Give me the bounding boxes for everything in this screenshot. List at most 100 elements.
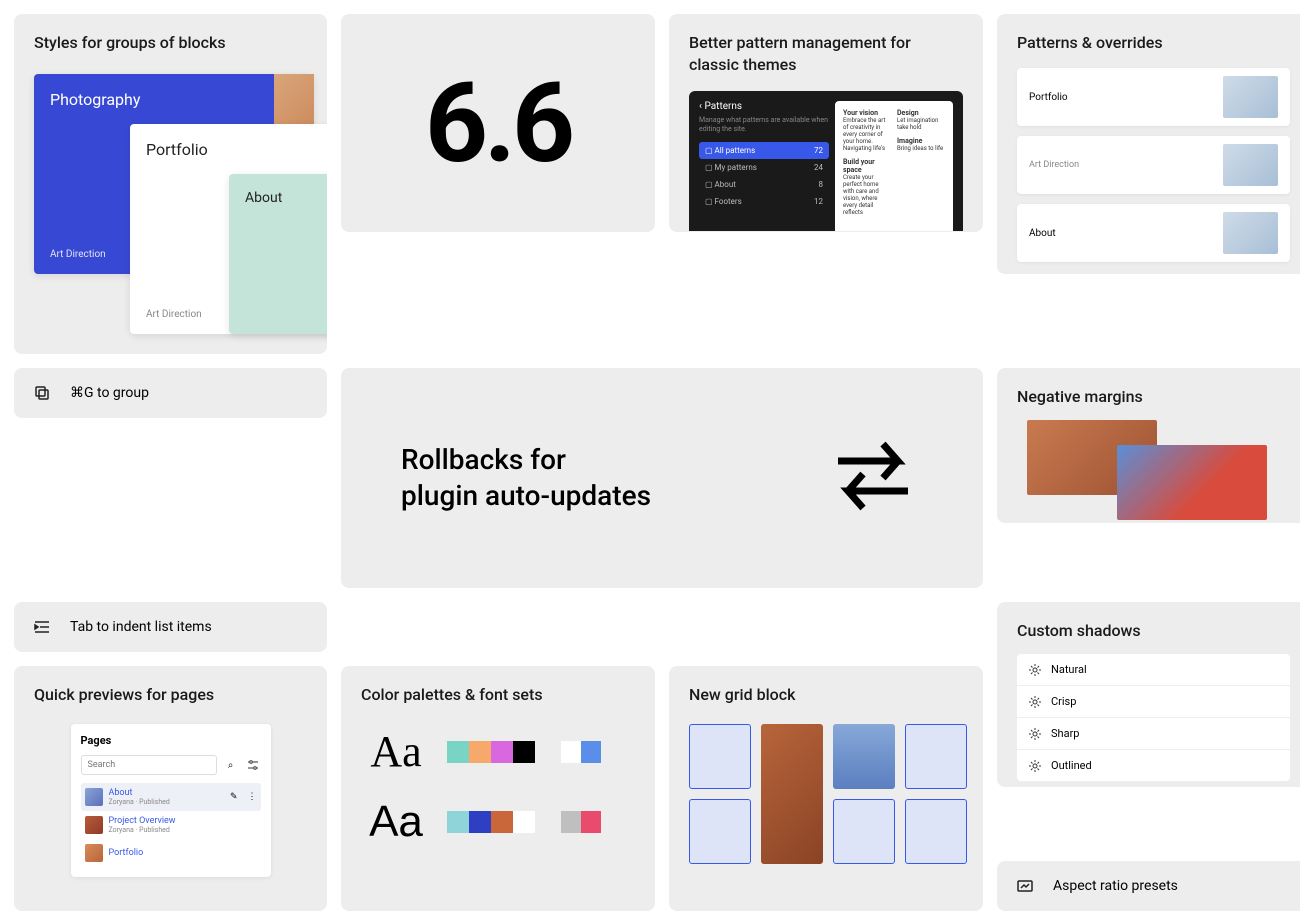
more-icon[interactable]: ⋮ bbox=[248, 792, 257, 802]
pattern-editor-preview: ‹ Patterns Manage what patterns are avai… bbox=[689, 91, 963, 231]
page-list-item[interactable]: Project OverviewZoryana · Published bbox=[81, 811, 261, 839]
shadow-preset-item[interactable]: Natural bbox=[1017, 654, 1290, 686]
version-number: 6.6 bbox=[425, 59, 571, 188]
color-swatch[interactable] bbox=[491, 811, 513, 833]
copy-icon bbox=[34, 385, 50, 401]
color-swatch[interactable] bbox=[469, 811, 491, 833]
override-pattern-card[interactable]: About bbox=[1017, 204, 1290, 262]
rollbacks-title: Rollbacks forplugin auto-updates bbox=[401, 442, 651, 515]
color-swatch[interactable] bbox=[513, 811, 535, 833]
color-swatch[interactable] bbox=[469, 741, 491, 763]
shadow-icon bbox=[1029, 664, 1041, 676]
search-input[interactable] bbox=[81, 755, 217, 775]
style-card-title: Photography bbox=[50, 90, 140, 109]
color-swatch[interactable] bbox=[581, 741, 601, 763]
font-palette-row-serif: Aa bbox=[361, 726, 635, 777]
patterns-sidebar-item[interactable]: ▢ All patterns72 bbox=[699, 142, 829, 159]
style-card-subtitle: Art Direction bbox=[146, 309, 202, 320]
font-palette-row-sans: Aa bbox=[361, 797, 635, 847]
patterns-sidebar-item[interactable]: ▢ My patterns24 bbox=[699, 159, 829, 176]
aspect-ratio-icon bbox=[1017, 878, 1033, 894]
page-list-item[interactable]: AboutZoryana · Published✎⋮ bbox=[81, 783, 261, 811]
edit-icon[interactable]: ✎ bbox=[230, 792, 238, 802]
override-pattern-card[interactable]: Art Direction bbox=[1017, 136, 1290, 194]
card-quick-previews: Quick previews for pages Pages ⌕ AboutZo… bbox=[14, 666, 327, 911]
pattern-thumbnail bbox=[1223, 76, 1278, 118]
shadow-preset-list: NaturalCrispSharpOutlined bbox=[1017, 654, 1290, 781]
shadow-preset-item[interactable]: Outlined bbox=[1017, 750, 1290, 781]
grid-cell bbox=[905, 799, 967, 864]
font-sample-sans: Aa bbox=[361, 797, 431, 847]
card-title: Aspect ratio presets bbox=[1053, 878, 1178, 894]
card-custom-shadows: Custom shadows NaturalCrispSharpOutlined bbox=[997, 602, 1300, 787]
grid-cell bbox=[833, 799, 895, 864]
style-cards-stack: Photography Art Direction Portfolio Art … bbox=[34, 74, 307, 334]
card-title: Negative margins bbox=[1017, 386, 1290, 408]
tip-tab-indent: Tab to indent list items bbox=[14, 602, 327, 652]
page-thumbnail bbox=[85, 788, 103, 806]
grid-demo bbox=[689, 724, 963, 864]
color-swatch[interactable] bbox=[513, 741, 535, 763]
search-icon[interactable]: ⌕ bbox=[223, 755, 239, 775]
card-title: Better pattern management for classic th… bbox=[689, 32, 963, 77]
page-thumbnail bbox=[85, 816, 103, 834]
tip-label: Tab to indent list items bbox=[70, 619, 212, 635]
shadow-icon bbox=[1029, 696, 1041, 708]
card-patterns-overrides: Patterns & overrides Portfolio Art Direct… bbox=[997, 14, 1300, 274]
sidebar-hint: Manage what patterns are available when … bbox=[699, 116, 829, 134]
patterns-canvas: Your visionEmbrace the art of creativity… bbox=[835, 101, 953, 231]
card-title: Styles for groups of blocks bbox=[34, 32, 307, 54]
overlapping-images bbox=[1017, 420, 1290, 510]
decorative-image bbox=[1117, 445, 1267, 520]
grid-cell bbox=[689, 724, 751, 789]
shadow-icon bbox=[1029, 760, 1041, 772]
color-swatch[interactable] bbox=[581, 811, 601, 833]
card-styles-for-groups: Styles for groups of blocks Photography … bbox=[14, 14, 327, 354]
card-version-number: 6.6 bbox=[341, 14, 655, 232]
color-swatch[interactable] bbox=[491, 741, 513, 763]
shadow-icon bbox=[1029, 728, 1041, 740]
indent-icon bbox=[34, 619, 50, 635]
card-title: Custom shadows bbox=[1017, 620, 1290, 642]
grid-cell bbox=[905, 724, 967, 789]
patterns-sidebar-item[interactable]: ▢ Footers12 bbox=[699, 193, 829, 210]
page-list-item[interactable]: Portfolio bbox=[81, 839, 261, 867]
swap-icon bbox=[823, 426, 923, 530]
shadow-preset-item[interactable]: Sharp bbox=[1017, 718, 1290, 750]
card-new-grid-block: New grid block bbox=[669, 666, 983, 911]
card-aspect-ratio-presets: Aspect ratio presets bbox=[997, 861, 1300, 911]
shadow-preset-item[interactable]: Crisp bbox=[1017, 686, 1290, 718]
color-swatch[interactable] bbox=[447, 811, 469, 833]
sidebar-heading: ‹ Patterns bbox=[699, 101, 829, 112]
card-title: Color palettes & font sets bbox=[361, 684, 635, 706]
card-rollbacks: Rollbacks forplugin auto-updates bbox=[341, 368, 983, 588]
font-sample-serif: Aa bbox=[361, 726, 431, 777]
patterns-sidebar: ‹ Patterns Manage what patterns are avai… bbox=[699, 101, 829, 231]
card-title: Quick previews for pages bbox=[34, 684, 307, 706]
grid-cell-image bbox=[761, 724, 823, 864]
color-swatch[interactable] bbox=[561, 741, 581, 763]
style-card-title: About bbox=[245, 190, 282, 206]
color-swatch[interactable] bbox=[561, 811, 581, 833]
pages-panel: Pages ⌕ AboutZoryana · Published✎⋮Projec… bbox=[71, 724, 271, 877]
card-title: Patterns & overrides bbox=[1017, 32, 1290, 54]
style-card-title: Portfolio bbox=[146, 140, 208, 159]
patterns-sidebar-item[interactable]: ▢ About8 bbox=[699, 176, 829, 193]
tip-cmd-g-group: ⌘G to group bbox=[14, 368, 327, 418]
page-thumbnail bbox=[85, 844, 103, 862]
pattern-thumbnail bbox=[1223, 212, 1278, 254]
card-title: New grid block bbox=[689, 684, 963, 706]
grid-cell bbox=[689, 799, 751, 864]
card-negative-margins: Negative margins bbox=[997, 368, 1300, 523]
tip-label: ⌘G to group bbox=[70, 385, 149, 401]
color-swatch[interactable] bbox=[447, 741, 469, 763]
override-pattern-card[interactable]: Portfolio bbox=[1017, 68, 1290, 126]
panel-heading: Pages bbox=[81, 734, 261, 747]
pattern-thumbnail bbox=[1223, 144, 1278, 186]
filter-icon[interactable] bbox=[245, 755, 261, 775]
style-card-subtitle: Art Direction bbox=[50, 249, 106, 260]
style-card-about: About bbox=[229, 174, 327, 334]
card-color-palettes: Color palettes & font sets Aa Aa bbox=[341, 666, 655, 911]
grid-cell-image bbox=[833, 724, 895, 789]
card-pattern-management: Better pattern management for classic th… bbox=[669, 14, 983, 232]
